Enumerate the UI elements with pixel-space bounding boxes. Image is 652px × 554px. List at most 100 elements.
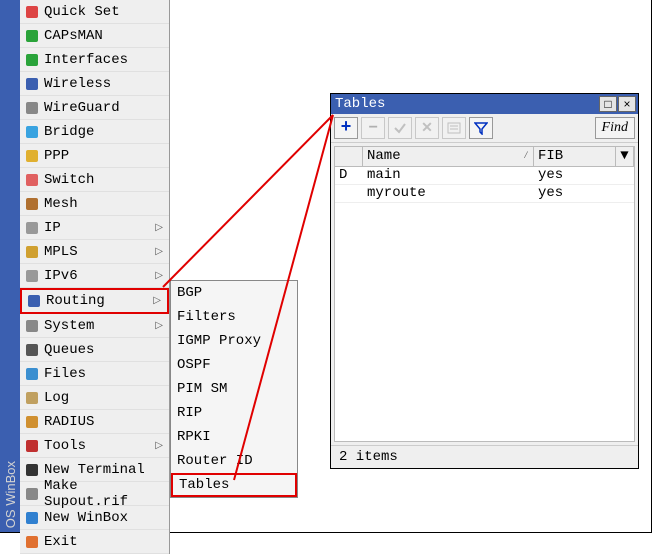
sidebar-item-wireguard[interactable]: WireGuard (20, 96, 169, 120)
submenu-item-tables[interactable]: Tables (171, 473, 297, 497)
menu-icon (24, 414, 40, 430)
sidebar-item-label: New WinBox (44, 510, 128, 526)
sidebar-item-ppp[interactable]: PPP (20, 144, 169, 168)
sidebar-item-label: RADIUS (44, 414, 94, 430)
menu-icon (24, 534, 40, 550)
submenu-item-pim-sm[interactable]: PIM SM (171, 377, 297, 401)
menu-icon (24, 462, 40, 478)
cell-flag: D (335, 167, 363, 184)
sidebar-item-log[interactable]: Log (20, 386, 169, 410)
find-button[interactable]: Find (595, 117, 635, 139)
menu-icon (24, 4, 40, 20)
close-button[interactable]: × (618, 96, 636, 112)
sidebar-item-label: IPv6 (44, 268, 78, 284)
sidebar-item-files[interactable]: Files (20, 362, 169, 386)
routing-submenu: BGPFiltersIGMP ProxyOSPFPIM SMRIPRPKIRou… (170, 280, 298, 498)
menu-icon (24, 52, 40, 68)
sidebar-item-ip[interactable]: IP▷ (20, 216, 169, 240)
submenu-arrow-icon: ▷ (155, 246, 163, 258)
tables-window: Tables □ × + − ✕ Find Name∕ FIB ▼ Dmainy… (330, 93, 639, 469)
sidebar-item-routing[interactable]: Routing ▷ (20, 288, 169, 314)
col-fib[interactable]: FIB (534, 147, 616, 166)
table-body: Dmainyesmyrouteyes (335, 167, 634, 203)
sidebar-item-make-supout-rif[interactable]: Make Supout.rif (20, 482, 169, 506)
table-row[interactable]: myrouteyes (335, 185, 634, 203)
submenu-item-rpki[interactable]: RPKI (171, 425, 297, 449)
submenu-arrow-icon: ▷ (155, 320, 163, 332)
sidebar-item-label: Quick Set (44, 4, 120, 20)
sidebar-item-system[interactable]: System ▷ (20, 314, 169, 338)
submenu-arrow-icon: ▷ (153, 295, 161, 307)
sort-icon: ∕ (523, 151, 529, 162)
titlebar: Tables □ × (331, 94, 638, 114)
sidebar-item-tools[interactable]: Tools▷ (20, 434, 169, 458)
sidebar-item-label: System (44, 318, 94, 334)
sidebar-item-label: PPP (44, 148, 69, 164)
submenu-arrow-icon: ▷ (155, 440, 163, 452)
sidebar-item-label: WireGuard (44, 100, 120, 116)
sidebar-item-exit[interactable]: Exit (20, 530, 169, 554)
sidebar-item-wireless[interactable]: Wireless (20, 72, 169, 96)
submenu-arrow-icon: ▷ (155, 270, 163, 282)
table-row[interactable]: Dmainyes (335, 167, 634, 185)
col-menu[interactable]: ▼ (616, 147, 634, 166)
enable-button[interactable] (388, 117, 412, 139)
menu-icon (24, 366, 40, 382)
cell-fib: yes (534, 167, 616, 184)
menu-icon (24, 244, 40, 260)
col-name[interactable]: Name∕ (363, 147, 534, 166)
submenu-item-filters[interactable]: Filters (171, 305, 297, 329)
sidebar-item-switch[interactable]: Switch (20, 168, 169, 192)
menu-icon (24, 28, 40, 44)
menu-icon (24, 100, 40, 116)
submenu-arrow-icon: ▷ (155, 222, 163, 234)
filter-button[interactable] (469, 117, 493, 139)
cell-name: myroute (363, 185, 534, 202)
sidebar: Quick Set CAPsMAN Interfaces Wireless WireGu… (20, 0, 170, 554)
sidebar-item-label: Mesh (44, 196, 78, 212)
submenu-item-bgp[interactable]: BGP (171, 281, 297, 305)
minimize-button[interactable]: □ (599, 96, 617, 112)
menu-icon (24, 390, 40, 406)
sidebar-item-label: Bridge (44, 124, 94, 140)
remove-button[interactable]: − (361, 117, 385, 139)
add-button[interactable]: + (334, 117, 358, 139)
col-flag[interactable] (335, 147, 363, 166)
sidebar-item-label: Routing (46, 293, 105, 309)
disable-button[interactable]: ✕ (415, 117, 439, 139)
sidebar-item-ipv6[interactable]: IPv6 ▷ (20, 264, 169, 288)
sidebar-item-queues[interactable]: Queues (20, 338, 169, 362)
table-header: Name∕ FIB ▼ (335, 147, 634, 167)
menu-icon (24, 220, 40, 236)
sidebar-item-label: Interfaces (44, 52, 128, 68)
menu-icon (24, 318, 40, 334)
sidebar-item-label: CAPsMAN (44, 28, 103, 44)
menu-icon (24, 486, 40, 502)
sidebar-item-bridge[interactable]: Bridge (20, 120, 169, 144)
sidebar-item-mesh[interactable]: Mesh (20, 192, 169, 216)
cell-fib: yes (534, 185, 616, 202)
sidebar-item-new-winbox[interactable]: New WinBox (20, 506, 169, 530)
menu-icon (24, 342, 40, 358)
menu-icon (26, 293, 42, 309)
sidebar-item-radius[interactable]: RADIUS (20, 410, 169, 434)
submenu-item-rip[interactable]: RIP (171, 401, 297, 425)
table: Name∕ FIB ▼ Dmainyesmyrouteyes (334, 146, 635, 442)
sidebar-item-interfaces[interactable]: Interfaces (20, 48, 169, 72)
menu-icon (24, 172, 40, 188)
menu-icon (24, 438, 40, 454)
cell-name: main (363, 167, 534, 184)
menu-icon (24, 196, 40, 212)
sidebar-item-quick-set[interactable]: Quick Set (20, 0, 169, 24)
submenu-item-router-id[interactable]: Router ID (171, 449, 297, 473)
submenu-item-ospf[interactable]: OSPF (171, 353, 297, 377)
comment-button[interactable] (442, 117, 466, 139)
sidebar-item-label: Switch (44, 172, 94, 188)
app-title: OS WinBox (3, 461, 18, 528)
sidebar-item-mpls[interactable]: MPLS▷ (20, 240, 169, 264)
status-bar: 2 items (331, 445, 638, 468)
sidebar-item-capsman[interactable]: CAPsMAN (20, 24, 169, 48)
submenu-item-igmp-proxy[interactable]: IGMP Proxy (171, 329, 297, 353)
menu-icon (24, 268, 40, 284)
sidebar-item-label: Wireless (44, 76, 111, 92)
